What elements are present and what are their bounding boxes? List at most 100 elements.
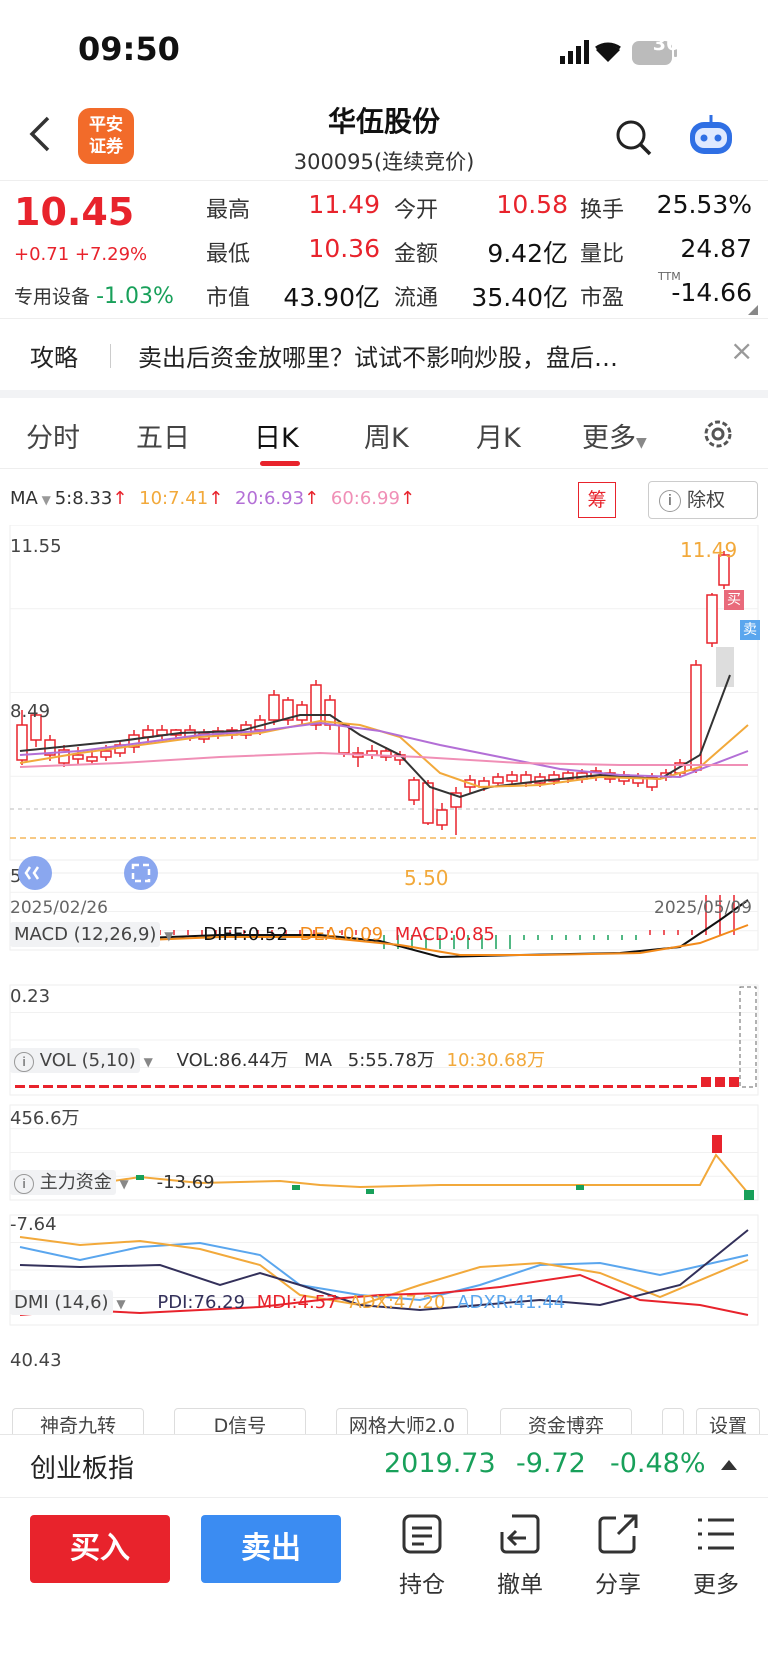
- vol-value: VOL:86.44万: [176, 1050, 289, 1071]
- volume-bar: [701, 1077, 711, 1087]
- vol-header[interactable]: i VOL (5,10) ▼ VOL:86.44万 MA 5:55.78万 10…: [10, 1046, 545, 1073]
- chevron-up-icon[interactable]: [720, 1456, 738, 1475]
- tab-more-label: 更多: [582, 423, 636, 454]
- holdings-icon[interactable]: [392, 1512, 452, 1560]
- info-icon: i: [14, 1174, 34, 1194]
- vol-name-text: VOL (5,10): [39, 1050, 136, 1071]
- tab-five-day[interactable]: 五日: [136, 416, 190, 455]
- buy-signal-tag: 买: [724, 590, 744, 610]
- volume-bar: [617, 1085, 627, 1088]
- ex-rights-button[interactable]: i 除权: [648, 481, 758, 519]
- kline-candle-body: [338, 724, 350, 754]
- banner-divider: [110, 344, 111, 368]
- quote-label-pe: 市盈: [580, 286, 625, 311]
- tab-magic-nine[interactable]: 神奇九转: [12, 1408, 144, 1436]
- tab-grid-master[interactable]: 网格大师2.0: [336, 1408, 468, 1436]
- tab-settings[interactable]: 设置: [696, 1408, 760, 1436]
- macd-diff: DIFF:0.52: [203, 924, 288, 945]
- zoom-button[interactable]: [124, 856, 158, 890]
- dmi-adx: ADX:47.20: [349, 1292, 446, 1313]
- banner-close-button[interactable]: ×: [730, 334, 753, 367]
- ma-dropdown-icon: ▼: [37, 493, 55, 507]
- funds-name-text: 主力资金: [39, 1172, 112, 1193]
- dmi-name: DMI (14,6): [10, 1290, 113, 1315]
- quote-value-pe: -14.66: [671, 278, 752, 307]
- tab-daily-k[interactable]: 日K: [254, 416, 299, 455]
- volume-bar: [113, 1085, 123, 1088]
- quote-label-turnover: 换手: [580, 198, 625, 223]
- vol-ma-label: MA: [304, 1050, 333, 1071]
- tab-d-signal[interactable]: D信号: [174, 1408, 306, 1436]
- volume-bar: [421, 1085, 431, 1088]
- volume-bar: [57, 1085, 67, 1088]
- more-menu-icon[interactable]: [686, 1512, 746, 1560]
- volume-bar: [463, 1085, 473, 1088]
- share-icon[interactable]: [588, 1512, 648, 1560]
- volume-bar: [267, 1085, 277, 1088]
- volume-bar: [715, 1077, 725, 1087]
- battery-level: 36: [652, 33, 680, 55]
- scroll-left-button[interactable]: [18, 856, 52, 890]
- quote-label-open: 今开: [394, 198, 439, 223]
- quote-value-mktcap: 43.90亿: [283, 283, 380, 312]
- ma20-up-arrow-icon: ↑: [304, 488, 320, 509]
- kline-candle-body: [296, 704, 308, 721]
- kline-date-start: 2025/02/26: [10, 898, 108, 918]
- ai-assistant-icon[interactable]: [686, 112, 736, 166]
- kline-chart-area[interactable]: [0, 525, 768, 1405]
- kline-candle-body: [268, 694, 280, 721]
- last-price: 10.45: [14, 190, 135, 234]
- more-label[interactable]: 更多: [676, 1565, 756, 1599]
- quote-label-low: 最低: [206, 242, 251, 267]
- volume-bar: [533, 1085, 543, 1088]
- kline-candle-body: [310, 684, 322, 726]
- sector-info[interactable]: 专用设备 -1.03%: [14, 282, 174, 309]
- funds-header[interactable]: i 主力资金 ▼ -13.69: [10, 1168, 215, 1195]
- gear-icon[interactable]: [700, 416, 736, 456]
- volume-bar: [295, 1085, 305, 1088]
- volume-bar: [309, 1085, 319, 1088]
- tab-monthly-k[interactable]: 月K: [476, 416, 521, 455]
- volume-bar: [561, 1085, 571, 1088]
- holdings-label[interactable]: 持仓: [382, 1565, 462, 1599]
- kline-date-end: 2025/05/09: [654, 898, 752, 918]
- kline-candle-body: [436, 809, 448, 826]
- banner-text[interactable]: 卖出后资金放哪里？试试不影响炒股，盘后…: [138, 338, 618, 373]
- sector-change: -1.03%: [96, 284, 174, 309]
- volume-bar: [659, 1085, 669, 1088]
- tab-intraday[interactable]: 分时: [26, 416, 80, 455]
- volume-bar: [225, 1085, 235, 1088]
- chevron-down-icon: ▼: [636, 435, 647, 451]
- tab-more[interactable]: 更多▼: [582, 416, 647, 455]
- macd-dea: DEA:0.09: [299, 924, 384, 945]
- tab-partial[interactable]: [662, 1408, 684, 1436]
- tab-weekly-k[interactable]: 周K: [364, 416, 409, 455]
- tab-fund-game[interactable]: 资金博弈: [500, 1408, 632, 1436]
- volume-bar: [197, 1085, 207, 1088]
- cancel-order-label[interactable]: 撤单: [480, 1565, 560, 1599]
- ma-label: MA: [10, 488, 38, 509]
- ma-indicator-line[interactable]: MA ▼ 5:8.33↑ 10:7.41↑ 20:6.93↑ 60:6.99↑: [10, 488, 415, 509]
- share-label[interactable]: 分享: [578, 1565, 658, 1599]
- volume-bar: [337, 1085, 347, 1088]
- volume-bar: [323, 1085, 333, 1088]
- macd-name: MACD (12,26,9): [10, 922, 161, 947]
- quote-value-volume-ratio: 24.87: [680, 234, 752, 263]
- quote-value-amount: 9.42亿: [487, 239, 568, 268]
- quote-label-high: 最高: [206, 198, 251, 223]
- volume-bar: [687, 1085, 697, 1088]
- volume-bar: [239, 1085, 249, 1088]
- buy-button[interactable]: 买入: [30, 1515, 170, 1583]
- cancel-order-icon[interactable]: [490, 1512, 550, 1560]
- quote-label-volume-ratio: 量比: [580, 242, 625, 267]
- expand-corner-icon[interactable]: [748, 300, 758, 319]
- sell-button[interactable]: 卖出: [201, 1515, 341, 1583]
- search-icon[interactable]: [614, 118, 654, 162]
- chip-distribution-button[interactable]: 筹: [578, 482, 616, 518]
- sector-name: 专用设备: [14, 286, 91, 308]
- dmi-header[interactable]: DMI (14,6) ▼ PDI:76.29 MDI:4.57 ADX:47.2…: [10, 1290, 565, 1315]
- macd-header[interactable]: MACD (12,26,9) ▼ DIFF:0.52 DEA:0.09 MACD…: [10, 922, 495, 947]
- vol-dropdown-icon: ▼: [139, 1055, 157, 1069]
- quote-label-amount: 金额: [394, 242, 439, 267]
- vol-name: i VOL (5,10): [10, 1048, 140, 1073]
